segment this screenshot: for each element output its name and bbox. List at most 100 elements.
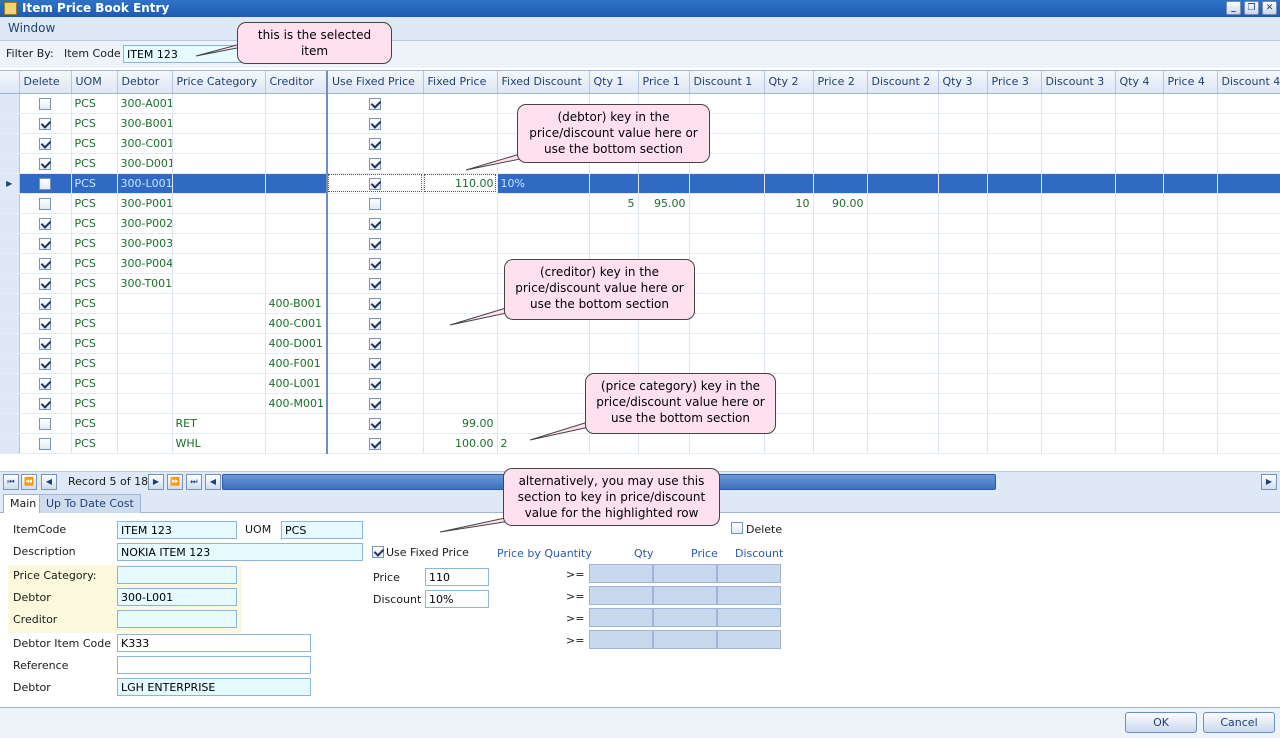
cell-uom[interactable]: PCS (71, 153, 118, 174)
cell-price-1[interactable] (638, 173, 690, 194)
menu-window[interactable]: Window (8, 21, 55, 35)
cell-qty-4[interactable] (1115, 113, 1164, 134)
discount-field[interactable] (425, 590, 489, 608)
use-fixed-price-checkbox[interactable] (369, 157, 382, 170)
cell-discount-3[interactable] (1041, 393, 1116, 414)
cell-discount-1[interactable] (689, 333, 765, 354)
debtor-item-code-field[interactable] (117, 634, 311, 652)
col-uom[interactable]: UOM (71, 71, 118, 94)
cancel-button[interactable]: Cancel (1203, 712, 1275, 733)
price-category-field[interactable] (117, 566, 237, 584)
cell-qty-3[interactable] (938, 253, 988, 274)
cell-uom[interactable]: PCS (71, 413, 118, 434)
cell-uom[interactable]: PCS (71, 373, 118, 394)
col-fixed-discount[interactable]: Fixed Discount (497, 71, 590, 94)
cell-qty-3[interactable] (938, 373, 988, 394)
cell-fixed-price[interactable] (423, 233, 498, 254)
cell-uom[interactable]: PCS (71, 393, 118, 414)
delete-checkbox[interactable] (39, 197, 51, 210)
delete-checkbox[interactable] (39, 97, 51, 110)
col-qty-1[interactable]: Qty 1 (589, 71, 639, 94)
cell-fixed-price[interactable] (423, 273, 498, 294)
cell-discount-3[interactable] (1041, 433, 1116, 454)
use-fixed-price-checkbox[interactable] (369, 217, 382, 230)
cell-qty-4[interactable] (1115, 393, 1164, 414)
ok-button[interactable]: OK (1125, 712, 1197, 733)
cell-discount-1[interactable] (689, 173, 765, 194)
cell-price-category[interactable]: WHL (172, 433, 266, 454)
cell-qty-2[interactable] (764, 213, 814, 234)
cell-fixed-discount[interactable] (497, 373, 590, 394)
delete-checkbox[interactable] (39, 137, 51, 150)
cell-price-1[interactable] (638, 233, 690, 254)
reference-field[interactable] (117, 656, 311, 674)
delete-checkbox[interactable] (39, 437, 51, 450)
cell-debtor[interactable] (117, 433, 173, 454)
cell-price-category[interactable] (172, 193, 266, 214)
qty-break-3-discount[interactable] (717, 608, 781, 627)
table-row[interactable]: PCS 300-P003 (0, 233, 1280, 254)
delete-checkbox[interactable] (39, 317, 51, 330)
row-indicator[interactable] (0, 233, 20, 254)
cell-qty-2[interactable] (764, 333, 814, 354)
cell-discount-3[interactable] (1041, 333, 1116, 354)
cell-discount-2[interactable] (867, 293, 939, 314)
cell-creditor[interactable]: 400-C001 (265, 313, 328, 334)
cell-uom[interactable]: PCS (71, 113, 118, 134)
cell-price-category[interactable] (172, 253, 266, 274)
row-indicator[interactable] (0, 133, 20, 154)
cell-price-2[interactable] (813, 413, 868, 434)
cell-uom[interactable]: PCS (71, 273, 118, 294)
delete-checkbox[interactable] (39, 297, 51, 310)
cell-fixed-discount[interactable] (497, 213, 590, 234)
uom-field[interactable] (281, 521, 363, 539)
cell-qty-4[interactable] (1115, 133, 1164, 154)
next-record-icon[interactable]: ▶ (148, 474, 164, 490)
cell-qty-2[interactable] (764, 113, 814, 134)
cell-fixed-price[interactable] (423, 153, 498, 174)
cell-discount-1[interactable] (689, 233, 765, 254)
cell-uom[interactable]: PCS (71, 333, 118, 354)
cell-price-2[interactable] (813, 213, 868, 234)
use-fixed-price-checkbox[interactable] (369, 117, 382, 130)
cell-discount-2[interactable] (867, 393, 939, 414)
qty-break-1-discount[interactable] (717, 564, 781, 583)
delete-checkbox[interactable] (39, 397, 51, 410)
delete-checkbox[interactable] (39, 357, 51, 370)
cell-discount-1[interactable] (689, 293, 765, 314)
cell-fixed-discount[interactable]: 2 (497, 433, 590, 454)
delete-checkbox[interactable] (39, 257, 51, 270)
cell-creditor[interactable]: 400-M001 (265, 393, 328, 414)
delete-checkbox[interactable] (39, 217, 51, 230)
cell-qty-4[interactable] (1115, 173, 1164, 194)
cell-discount-1[interactable] (689, 353, 765, 374)
cell-qty-3[interactable] (938, 333, 988, 354)
creditor-field[interactable] (117, 610, 237, 628)
cell-discount-3[interactable] (1041, 373, 1116, 394)
use-fixed-price-checkbox[interactable] (369, 437, 382, 450)
cell-price-3[interactable] (987, 133, 1042, 154)
cell-qty-3[interactable] (938, 413, 988, 434)
table-row[interactable]: PCS 400-D001 (0, 333, 1280, 354)
delete-checkbox[interactable] (39, 117, 51, 130)
cell-qty-4[interactable] (1115, 233, 1164, 254)
cell-fixed-price[interactable] (423, 313, 498, 334)
cell-discount-2[interactable] (867, 313, 939, 334)
cell-price-4[interactable] (1163, 133, 1218, 154)
cell-price-category[interactable] (172, 133, 266, 154)
cell-creditor[interactable] (265, 113, 328, 134)
cell-qty-1[interactable] (589, 213, 639, 234)
cell-price-2[interactable] (813, 253, 868, 274)
use-fixed-price-checkbox[interactable] (369, 417, 382, 430)
row-indicator[interactable] (0, 273, 20, 294)
row-indicator[interactable] (0, 413, 20, 434)
cell-qty-3[interactable] (938, 393, 988, 414)
cell-discount-4[interactable] (1217, 273, 1280, 294)
cell-discount-3[interactable] (1041, 313, 1116, 334)
col-price-1[interactable]: Price 1 (638, 71, 690, 94)
cell-uom[interactable]: PCS (71, 133, 118, 154)
cell-discount-4[interactable] (1217, 133, 1280, 154)
row-indicator[interactable] (0, 293, 20, 314)
cell-creditor[interactable] (265, 193, 328, 214)
row-indicator[interactable] (0, 313, 20, 334)
